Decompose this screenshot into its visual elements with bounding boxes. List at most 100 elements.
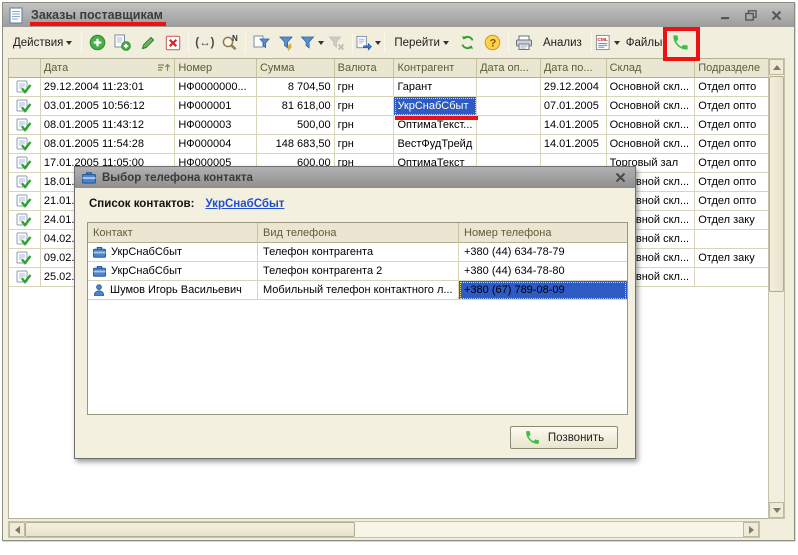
cell-icon[interactable] — [9, 154, 41, 173]
cell-department[interactable]: Отдел заку — [695, 211, 768, 230]
cell-date[interactable]: 08.01.2005 11:43:12 — [41, 116, 175, 135]
column-header-2[interactable]: Номер — [175, 59, 257, 78]
close-button[interactable] — [771, 10, 782, 21]
cell-department[interactable] — [695, 268, 768, 287]
restore-button[interactable] — [745, 10, 757, 21]
cell-department[interactable]: Отдел опто — [695, 97, 768, 116]
cell-icon[interactable] — [9, 97, 41, 116]
dialog-close-button[interactable] — [615, 172, 628, 183]
clear-filter-button[interactable] — [324, 31, 349, 55]
scroll-left-button[interactable] — [9, 522, 25, 537]
column-header-5[interactable]: Контрагент — [394, 59, 477, 78]
column-header-1[interactable]: Дата — [41, 59, 175, 78]
cell-department[interactable]: Отдел опто — [695, 154, 768, 173]
cell-date[interactable]: 29.12.2004 11:23:01 — [41, 78, 175, 97]
cell-currency[interactable]: грн — [335, 97, 395, 116]
cell-number[interactable]: НФ0000000... — [175, 78, 257, 97]
cell-department[interactable]: Отдел опто — [695, 192, 768, 211]
cell-date_payment[interactable] — [477, 78, 541, 97]
vertical-scrollbar-thumb[interactable] — [769, 76, 784, 292]
edit-button[interactable] — [135, 31, 160, 55]
cell-phone-number[interactable]: +380 (44) 634-78-80 — [459, 262, 627, 281]
cell-icon[interactable] — [9, 78, 41, 97]
call-button[interactable]: Позвонить — [510, 426, 618, 449]
column-header-3[interactable]: Сумма — [257, 59, 335, 78]
files-button[interactable]: Файлы — [620, 31, 669, 55]
cell-phone-type[interactable]: Мобильный телефон контактного л... — [258, 281, 459, 300]
cell-number[interactable]: НФ000001 — [175, 97, 257, 116]
cell-department[interactable]: Отдел опто — [695, 135, 768, 154]
cell-sum[interactable]: 81 618,00 — [257, 97, 335, 116]
cell-currency[interactable]: грн — [335, 116, 395, 135]
output-list-button[interactable] — [356, 31, 381, 55]
vertical-scrollbar[interactable] — [768, 58, 785, 519]
cell-icon[interactable] — [9, 135, 41, 154]
table-row[interactable]: 29.12.2004 11:23:01НФ0000000...8 704,50г… — [9, 78, 768, 97]
column-header-7[interactable]: Дата по... — [541, 59, 607, 78]
cell-warehouse[interactable]: Основной скл... — [607, 116, 696, 135]
cell-contractor[interactable]: ВестФудТрейд — [394, 135, 477, 154]
filter-settings-button[interactable] — [249, 31, 274, 55]
scroll-up-button[interactable] — [769, 59, 784, 75]
scroll-down-button[interactable] — [769, 502, 784, 518]
cell-department[interactable]: Отдел опто — [695, 173, 768, 192]
cell-date_receipt[interactable]: 14.01.2005 — [541, 135, 607, 154]
cell-phone-number[interactable]: +380 (44) 634-78-79 — [459, 243, 627, 262]
refresh-button[interactable] — [455, 31, 480, 55]
cell-date_payment[interactable] — [477, 116, 541, 135]
cell-icon[interactable] — [9, 173, 41, 192]
cell-icon[interactable] — [9, 116, 41, 135]
table-row[interactable]: 08.01.2005 11:43:12НФ000003500,00грнОпти… — [9, 116, 768, 135]
cell-contact[interactable]: УкрСнабСбыт — [88, 243, 258, 262]
goto-menu-button[interactable]: Перейти — [388, 31, 455, 55]
contact-link[interactable]: УкрСнабСбыт — [205, 198, 284, 210]
column-header-6[interactable]: Дата оп... — [477, 59, 541, 78]
cell-currency[interactable]: грн — [335, 78, 395, 97]
print-button[interactable] — [512, 31, 537, 55]
analysis-button[interactable]: Анализ — [537, 31, 588, 55]
contacts-column-header-2[interactable]: Номер телефона — [459, 223, 627, 243]
cell-icon[interactable] — [9, 211, 41, 230]
cell-warehouse[interactable]: Основной скл... — [607, 135, 696, 154]
table-row[interactable]: 08.01.2005 11:54:28НФ000004148 683,50грн… — [9, 135, 768, 154]
cell-contact[interactable]: Шумов Игорь Васильевич — [88, 281, 258, 300]
cell-date[interactable]: 08.01.2005 11:54:28 — [41, 135, 175, 154]
cell-phone-type[interactable]: Телефон контрагента 2 — [258, 262, 459, 281]
find-by-number-button[interactable]: N — [217, 31, 242, 55]
cell-date_payment[interactable] — [477, 135, 541, 154]
cell-warehouse[interactable]: Основной скл... — [607, 97, 696, 116]
cell-department[interactable] — [695, 230, 768, 249]
table-row[interactable]: 03.01.2005 10:56:12НФ00000181 618,00грнУ… — [9, 97, 768, 116]
actions-menu-button[interactable]: Действия — [7, 31, 78, 55]
copy-button[interactable] — [110, 31, 135, 55]
column-header-9[interactable]: Подразделе — [695, 59, 768, 78]
cell-icon[interactable] — [9, 268, 41, 287]
cell-date_receipt[interactable]: 07.01.2005 — [541, 97, 607, 116]
cell-number[interactable]: НФ000003 — [175, 116, 257, 135]
cell-sum[interactable]: 500,00 — [257, 116, 335, 135]
cell-date_receipt[interactable]: 29.12.2004 — [541, 78, 607, 97]
cell-phone-number[interactable]: +380 (67) 789-08-09 — [459, 281, 627, 300]
cell-contractor[interactable]: УкрСнабСбыт — [394, 97, 477, 116]
cell-date[interactable]: 03.01.2005 10:56:12 — [41, 97, 175, 116]
add-button[interactable] — [85, 31, 110, 55]
contacts-column-header-1[interactable]: Вид телефона — [258, 223, 459, 243]
column-header-0[interactable] — [9, 59, 41, 78]
cell-contact[interactable]: УкрСнабСбыт — [88, 262, 258, 281]
cell-phone-type[interactable]: Телефон контрагента — [258, 243, 459, 262]
cell-department[interactable]: Отдел опто — [695, 78, 768, 97]
cell-contractor[interactable]: Гарант — [394, 78, 477, 97]
cell-currency[interactable]: грн — [335, 135, 395, 154]
column-header-8[interactable]: Склад — [607, 59, 696, 78]
cell-warehouse[interactable]: Основной скл... — [607, 78, 696, 97]
cell-sum[interactable]: 8 704,50 — [257, 78, 335, 97]
delete-button[interactable] — [160, 31, 185, 55]
cell-icon[interactable] — [9, 249, 41, 268]
minimize-button[interactable] — [721, 10, 731, 20]
contact-row[interactable]: УкрСнабСбытТелефон контрагента+380 (44) … — [88, 243, 627, 262]
horizontal-scrollbar[interactable] — [8, 521, 760, 538]
cell-sum[interactable]: 148 683,50 — [257, 135, 335, 154]
contact-row[interactable]: Шумов Игорь ВасильевичМобильный телефон … — [88, 281, 627, 300]
column-header-4[interactable]: Валюта — [335, 59, 395, 78]
cell-date_payment[interactable] — [477, 97, 541, 116]
